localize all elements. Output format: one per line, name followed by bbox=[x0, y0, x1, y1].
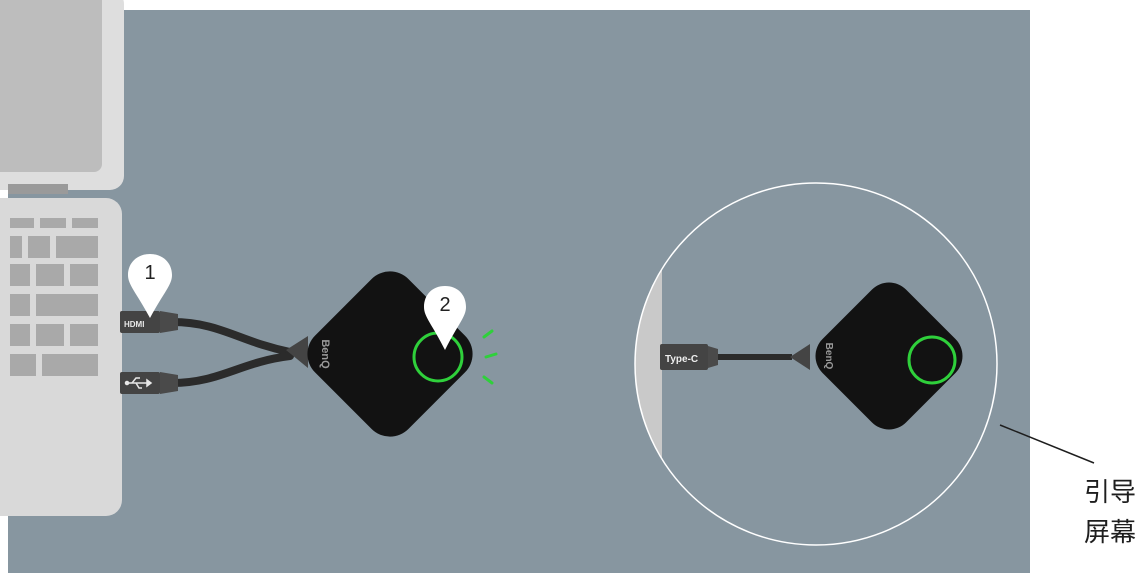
callout-label-line-2: 屏幕 bbox=[1084, 518, 1137, 548]
callout-label-line-1: 引导 bbox=[1084, 478, 1137, 508]
illustration: HDMI 1 BenQ 2 Type-C BenQ 引导 屏幕 bbox=[0, 0, 1140, 581]
laptop-lid bbox=[0, 0, 124, 194]
usb-plug bbox=[120, 372, 178, 394]
zoom-dongle-brand: BenQ bbox=[823, 343, 834, 370]
dongle-brand: BenQ bbox=[319, 339, 331, 369]
hdmi-label: HDMI bbox=[124, 320, 144, 329]
pin-2-number: 2 bbox=[439, 294, 450, 316]
type-c-label: Type-C bbox=[665, 354, 698, 365]
laptop-base bbox=[0, 198, 122, 516]
pin-1-number: 1 bbox=[144, 262, 155, 284]
